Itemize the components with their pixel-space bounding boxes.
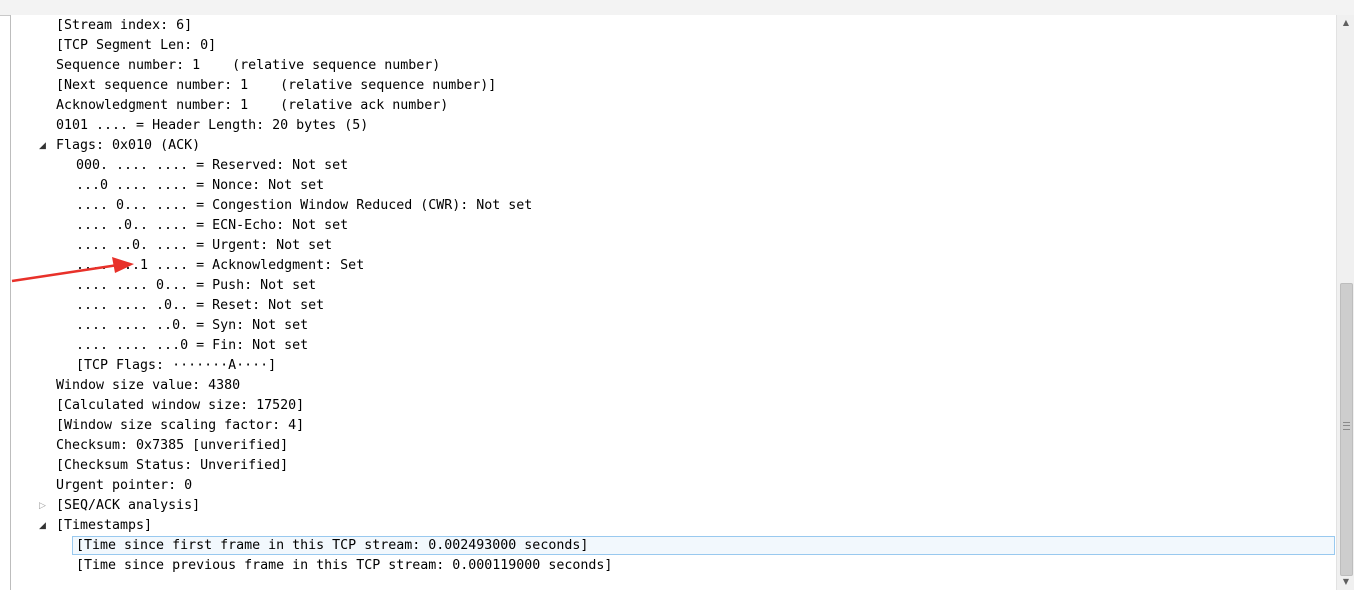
tree-row-label: [Time since previous frame in this TCP s…: [76, 558, 613, 573]
tree-row[interactable]: ◢ Flags: 0x010 (ACK): [11, 136, 1336, 156]
tree-row[interactable]: Window size value: 4380: [11, 376, 1336, 396]
tree-row[interactable]: [Time since previous frame in this TCP s…: [11, 556, 1336, 576]
tree-row-label: .... .... ..0. = Syn: Not set: [76, 318, 309, 333]
tree-row-label: Flags: 0x010 (ACK): [56, 138, 201, 153]
tree-row[interactable]: [Next sequence number: 1 (relative seque…: [11, 76, 1336, 96]
tree-row-label: ...0 .... .... = Nonce: Not set: [76, 178, 325, 193]
window-top-edge: [0, 0, 1354, 16]
expanded-triangle-icon[interactable]: ◢: [39, 136, 49, 156]
tree-row[interactable]: Sequence number: 1 (relative sequence nu…: [11, 56, 1336, 76]
tree-row-label: [Timestamps]: [56, 518, 153, 533]
scroll-up-arrow-icon[interactable]: ▲: [1337, 15, 1354, 31]
tree-row-label: .... .... .0.. = Reset: Not set: [76, 298, 325, 313]
tree-row[interactable]: [Window size scaling factor: 4]: [11, 416, 1336, 436]
scroll-down-arrow-icon[interactable]: ▼: [1337, 574, 1354, 590]
tree-row-label: 000. .... .... = Reserved: Not set: [76, 158, 349, 173]
tree-row-label: [Stream index: 6]: [56, 18, 193, 33]
tree-row[interactable]: .... 0... .... = Congestion Window Reduc…: [11, 196, 1336, 216]
tree-row-label: Acknowledgment number: 1 (relative ack n…: [56, 98, 449, 113]
tree-row[interactable]: [Time since first frame in this TCP stre…: [11, 536, 1336, 556]
vertical-scrollbar[interactable]: ▲ ▼: [1336, 15, 1354, 590]
tree-row[interactable]: Acknowledgment number: 1 (relative ack n…: [11, 96, 1336, 116]
tree-row[interactable]: [Calculated window size: 17520]: [11, 396, 1336, 416]
packet-detail-tree: [Stream index: 6] [TCP Segment Len: 0] Seq…: [11, 15, 1336, 590]
tree-row-label: .... ...1 .... = Acknowledgment: Set: [76, 258, 365, 273]
tree-row[interactable]: 0101 .... = Header Length: 20 bytes (5): [11, 116, 1336, 136]
tree-row-label: Window size value: 4380: [56, 378, 241, 393]
tree-row-label: [TCP Segment Len: 0]: [56, 38, 217, 53]
grip-icon: [1343, 422, 1350, 430]
tree-row[interactable]: ▷ [SEQ/ACK analysis]: [11, 496, 1336, 516]
tree-row[interactable]: .... ..0. .... = Urgent: Not set: [11, 236, 1336, 256]
tree-row-label: [Time since first frame in this TCP stre…: [76, 538, 589, 553]
tree-row[interactable]: [TCP Flags: ·······A····]: [11, 356, 1336, 376]
tree-row-label: [SEQ/ACK analysis]: [56, 498, 201, 513]
tree-row-label: Sequence number: 1 (relative sequence nu…: [56, 58, 441, 73]
tree-row-label: Checksum: 0x7385 [unverified]: [56, 438, 289, 453]
tree-row-label: [Next sequence number: 1 (relative seque…: [56, 78, 497, 93]
scrollbar-thumb[interactable]: [1340, 283, 1353, 576]
tree-row[interactable]: [Checksum Status: Unverified]: [11, 456, 1336, 476]
tree-row-label: [TCP Flags: ·······A····]: [76, 358, 277, 373]
collapsed-triangle-icon[interactable]: ▷: [39, 496, 49, 516]
tree-row[interactable]: .... ...1 .... = Acknowledgment: Set: [11, 256, 1336, 276]
tree-row[interactable]: .... .... .0.. = Reset: Not set: [11, 296, 1336, 316]
tree-row-label: Urgent pointer: 0: [56, 478, 193, 493]
packet-details-pane: [Stream index: 6] [TCP Segment Len: 0] Seq…: [10, 15, 1354, 590]
tree-row[interactable]: .... .0.. .... = ECN-Echo: Not set: [11, 216, 1336, 236]
tree-row-label: .... .0.. .... = ECN-Echo: Not set: [76, 218, 349, 233]
tree-row-label: .... .... ...0 = Fin: Not set: [76, 338, 309, 353]
tree-row-label: [Checksum Status: Unverified]: [56, 458, 289, 473]
tree-row-label: [Window size scaling factor: 4]: [56, 418, 305, 433]
tree-row-label: .... 0... .... = Congestion Window Reduc…: [76, 198, 533, 213]
tree-row-label: .... ..0. .... = Urgent: Not set: [76, 238, 333, 253]
tree-row[interactable]: ◢ [Timestamps]: [11, 516, 1336, 536]
tree-row-label: [Calculated window size: 17520]: [56, 398, 305, 413]
tree-row[interactable]: Checksum: 0x7385 [unverified]: [11, 436, 1336, 456]
tree-row[interactable]: Urgent pointer: 0: [11, 476, 1336, 496]
tree-row[interactable]: .... .... ..0. = Syn: Not set: [11, 316, 1336, 336]
tree-row-label: .... .... 0... = Push: Not set: [76, 278, 317, 293]
expanded-triangle-icon[interactable]: ◢: [39, 516, 49, 536]
tree-row[interactable]: [TCP Segment Len: 0]: [11, 36, 1336, 56]
tree-row-label: 0101 .... = Header Length: 20 bytes (5): [56, 118, 369, 133]
tree-row[interactable]: .... .... 0... = Push: Not set: [11, 276, 1336, 296]
tree-row[interactable]: [Stream index: 6]: [11, 16, 1336, 36]
tree-row[interactable]: ...0 .... .... = Nonce: Not set: [11, 176, 1336, 196]
tree-row[interactable]: 000. .... .... = Reserved: Not set: [11, 156, 1336, 176]
tree-row[interactable]: .... .... ...0 = Fin: Not set: [11, 336, 1336, 356]
